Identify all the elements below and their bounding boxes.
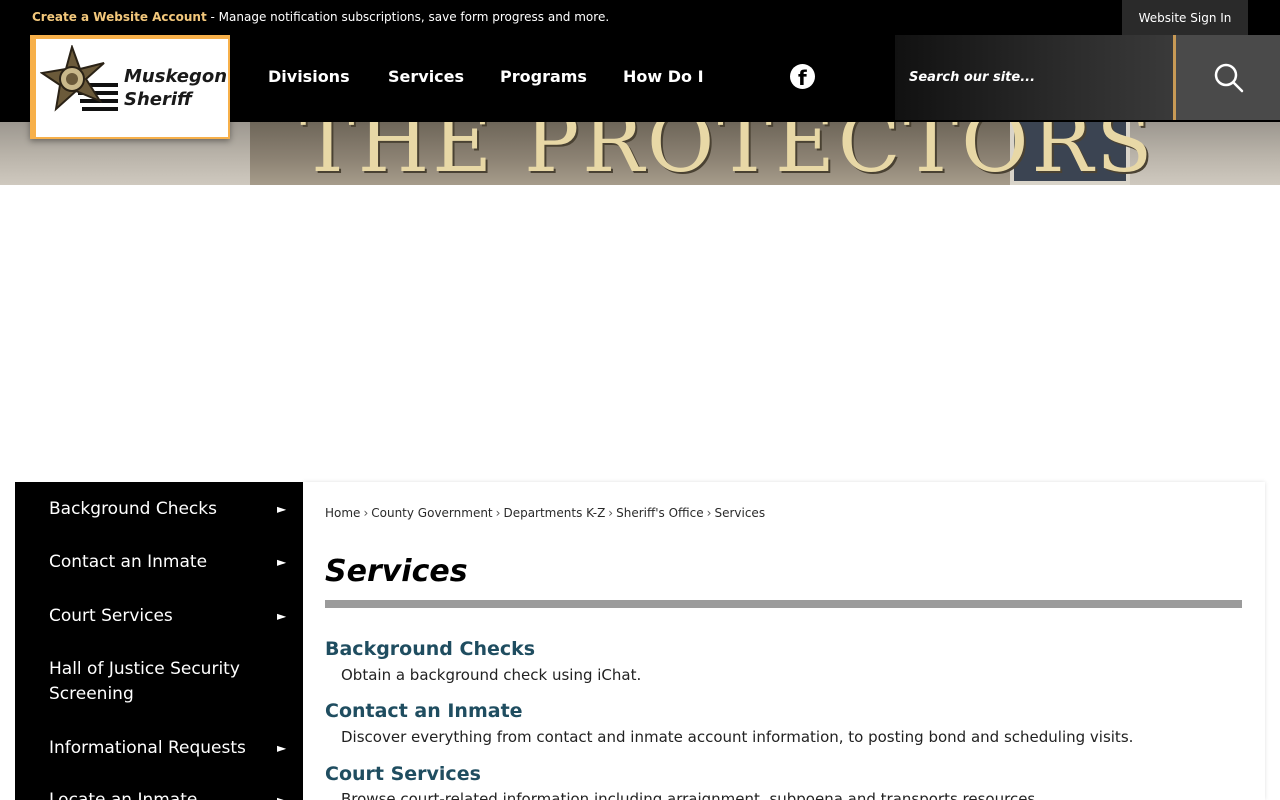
arrow-right-icon[interactable]: ► (277, 497, 286, 522)
create-account-link[interactable]: Create a Website Account (32, 10, 207, 24)
breadcrumb-current: Services (714, 506, 766, 520)
page-title: Services (325, 554, 468, 589)
arrow-right-icon[interactable]: ► (277, 736, 286, 761)
nav-divisions[interactable]: Divisions (268, 67, 350, 86)
service-link-background-checks[interactable]: Background Checks (325, 638, 535, 660)
logo-text: Muskegon Sheriff (124, 65, 227, 111)
logo-line-1: Muskegon (124, 66, 228, 87)
search-button[interactable] (1173, 35, 1280, 120)
arrow-right-icon[interactable]: ► (277, 604, 286, 629)
breadcrumb: Home › County Government › Departments K-Z › S… (325, 506, 765, 520)
notification-text: Create a Website Account - Manage notifi… (32, 10, 609, 24)
service-link-contact-inmate[interactable]: Contact an Inmate (325, 700, 523, 722)
sidebar-item-label: Background Checks (49, 499, 217, 519)
search-input[interactable] (909, 63, 1159, 91)
site-search (895, 35, 1175, 120)
main-content: Home › County Government › Departments K-Z › S… (303, 482, 1265, 800)
service-description: Browse court-related information includi… (341, 790, 1041, 800)
breadcrumb-county-government[interactable]: County Government (371, 506, 492, 520)
arrow-right-icon[interactable]: ► (277, 550, 286, 575)
notice-description: - Manage notification subscriptions, sav… (206, 10, 610, 24)
nav-how-do-i[interactable]: How Do I (623, 67, 704, 86)
sidebar-item-label: Hall of Justice Security Screening (49, 659, 240, 704)
title-divider (325, 600, 1242, 608)
breadcrumb-separator: › (495, 506, 501, 520)
sidebar-item-label: Court Services (49, 606, 173, 626)
arrow-right-icon[interactable]: ► (277, 788, 286, 800)
facebook-icon[interactable]: f (790, 64, 815, 90)
service-description: Obtain a background check using iChat. (341, 666, 642, 684)
logo-line-2: Sheriff (124, 89, 193, 110)
website-sign-in-button[interactable]: Website Sign In (1122, 0, 1248, 35)
breadcrumb-home[interactable]: Home (325, 506, 360, 520)
breadcrumb-separator: › (363, 506, 369, 520)
service-description: Discover everything from contact and inm… (341, 728, 1134, 746)
sidebar-item-label: Locate an Inmate (49, 790, 198, 800)
site-logo[interactable]: Muskegon Sheriff (30, 35, 230, 139)
nav-programs[interactable]: Programs (500, 67, 587, 86)
breadcrumb-departments[interactable]: Departments K-Z (503, 506, 605, 520)
search-icon (1214, 63, 1244, 93)
logo-panel: Muskegon Sheriff (36, 39, 228, 137)
breadcrumb-separator: › (608, 506, 614, 520)
breadcrumb-sheriffs-office[interactable]: Sheriff's Office (616, 506, 704, 520)
sidebar-item-label: Informational Requests (49, 738, 246, 758)
sidebar-item-label: Contact an Inmate (49, 552, 208, 572)
breadcrumb-separator: › (706, 506, 712, 520)
sidebar-nav: Background Checks ► Contact an Inmate ► … (15, 482, 303, 800)
banner-sign-text: THE PROTECTORS (300, 122, 1156, 185)
service-link-court-services[interactable]: Court Services (325, 763, 481, 785)
sheriff-star-icon (40, 45, 118, 112)
nav-services[interactable]: Services (388, 67, 464, 86)
top-notification-bar: Create a Website Account - Manage notifi… (0, 0, 1280, 35)
